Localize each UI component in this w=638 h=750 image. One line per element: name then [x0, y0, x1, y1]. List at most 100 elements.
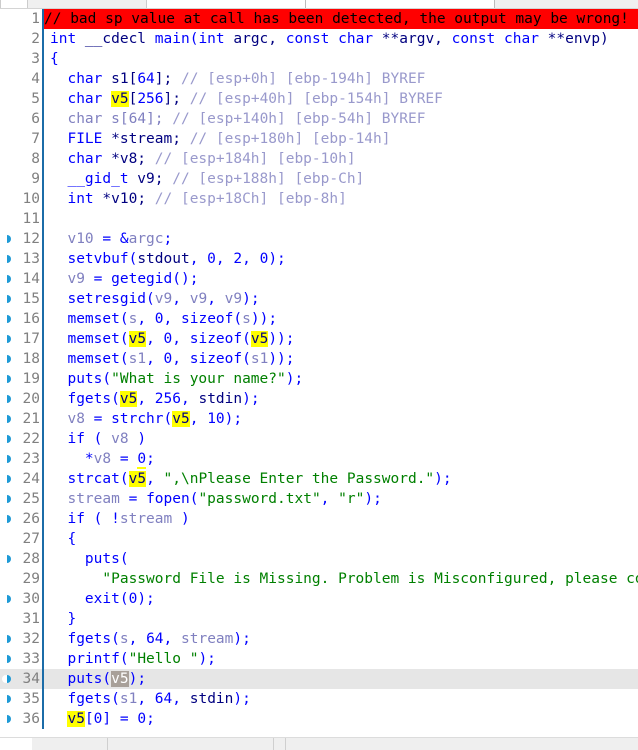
code-line[interactable]: 29 "Password File is Missing. Problem is… — [0, 569, 638, 589]
breakpoint-marker-icon[interactable] — [0, 409, 16, 429]
breakpoint-marker-icon[interactable] — [0, 689, 16, 709]
code-text[interactable]: fgets(v5, 256, stdin); — [44, 389, 638, 409]
code-text[interactable]: FILE *stream; // [esp+180h] [ebp-14h] — [44, 129, 638, 149]
code-line[interactable]: 18 memset(s1, 0, sizeof(s1)); — [0, 349, 638, 369]
code-line[interactable]: 13 setvbuf(stdout, 0, 2, 0); — [0, 249, 638, 269]
tab-strip-tab-1[interactable] — [0, 0, 28, 8]
code-text[interactable]: int *v10; // [esp+18Ch] [ebp-8h] — [44, 189, 638, 209]
code-line[interactable]: 33 printf("Hello "); — [0, 649, 638, 669]
breakpoint-marker-icon[interactable] — [0, 709, 16, 729]
breakpoint-marker-icon[interactable] — [0, 349, 16, 369]
code-text[interactable]: "Password File is Missing. Problem is Mi… — [44, 569, 638, 589]
code-line[interactable]: 24 strcat(v5, ",\nPlease Enter the Passw… — [0, 469, 638, 489]
breakpoint-marker-icon[interactable] — [0, 549, 16, 569]
code-text[interactable]: puts("What is your name?"); — [44, 369, 638, 389]
code-line[interactable]: 12 v10 = &argc; — [0, 229, 638, 249]
code-line[interactable]: 9 __gid_t v9; // [esp+188h] [ebp-Ch] — [0, 169, 638, 189]
code-text[interactable]: exit(0); — [44, 589, 638, 609]
tab-strip-tab-3[interactable] — [305, 0, 495, 8]
code-line[interactable]: 3{ — [0, 49, 638, 69]
code-line[interactable]: 22 if ( v8 ) — [0, 429, 638, 449]
code-line[interactable]: 36 v5[0] = 0; — [0, 709, 638, 729]
code-line[interactable]: 28 puts( — [0, 549, 638, 569]
code-text[interactable]: puts( — [44, 549, 638, 569]
code-text[interactable]: v8 = strchr(v5, 10); — [44, 409, 638, 429]
code-text[interactable]: v10 = &argc; — [44, 229, 638, 249]
breakpoint-marker-icon[interactable] — [0, 649, 16, 669]
code-line[interactable]: 21 v8 = strchr(v5, 10); — [0, 409, 638, 429]
code-line[interactable]: 25 stream = fopen("password.txt", "r"); — [0, 489, 638, 509]
code-line[interactable]: 19 puts("What is your name?"); — [0, 369, 638, 389]
code-line[interactable]: 1// bad sp value at call has been detect… — [0, 9, 638, 29]
code-line[interactable]: 31 } — [0, 609, 638, 629]
code-text[interactable]: printf("Hello "); — [44, 649, 638, 669]
code-line[interactable]: 4 char s1[64]; // [esp+0h] [ebp-194h] BY… — [0, 69, 638, 89]
breakpoint-marker-icon[interactable] — [0, 469, 16, 489]
code-text[interactable]: if ( v8 ) — [44, 429, 638, 449]
breakpoint-marker-icon[interactable] — [0, 289, 16, 309]
code-text[interactable]: __gid_t v9; // [esp+188h] [ebp-Ch] — [44, 169, 638, 189]
code-text[interactable]: fgets(s, 64, stream); — [44, 629, 638, 649]
breakpoint-marker-icon[interactable] — [0, 429, 16, 449]
code-line[interactable]: 16 memset(s, 0, sizeof(s)); — [0, 309, 638, 329]
code-text[interactable]: // bad sp value at call has been detecte… — [44, 9, 638, 29]
code-line[interactable]: 23 *v8 = 0; — [0, 449, 638, 469]
breakpoint-marker-icon[interactable] — [0, 389, 16, 409]
breakpoint-marker-icon[interactable] — [0, 249, 16, 269]
breakpoint-marker-icon[interactable] — [0, 629, 16, 649]
code-text[interactable]: if ( !stream ) — [44, 509, 638, 529]
code-line[interactable]: 15 setresgid(v9, v9, v9); — [0, 289, 638, 309]
code-text[interactable]: *v8 = 0; — [44, 449, 638, 469]
tab-strip-tab-2[interactable] — [146, 0, 306, 8]
code-line[interactable]: 14 v9 = getegid(); — [0, 269, 638, 289]
code-line[interactable]: 8 char *v8; // [esp+184h] [ebp-10h] — [0, 149, 638, 169]
breakpoint-marker-icon[interactable] — [0, 669, 16, 689]
code-text[interactable]: stream = fopen("password.txt", "r"); — [44, 489, 638, 509]
breakpoint-marker-icon[interactable] — [0, 589, 16, 609]
code-text[interactable]: v9 = getegid(); — [44, 269, 638, 289]
code-line[interactable]: 20 fgets(v5, 256, stdin); — [0, 389, 638, 409]
tab-strip[interactable] — [0, 0, 638, 9]
code-text[interactable]: { — [44, 529, 638, 549]
code-line[interactable]: 32 fgets(s, 64, stream); — [0, 629, 638, 649]
code-text[interactable]: { — [44, 49, 638, 69]
breakpoint-marker-icon[interactable] — [0, 449, 16, 469]
code-line[interactable]: 5 char v5[256]; // [esp+40h] [ebp-154h] … — [0, 89, 638, 109]
code-text[interactable]: fgets(s1, 64, stdin); — [44, 689, 638, 709]
breakpoint-marker-icon[interactable] — [0, 489, 16, 509]
code-text[interactable]: char s1[64]; // [esp+0h] [ebp-194h] BYRE… — [44, 69, 638, 89]
code-line[interactable]: 10 int *v10; // [esp+18Ch] [ebp-8h] — [0, 189, 638, 209]
code-line[interactable]: 6 char s[64]; // [esp+140h] [ebp-54h] BY… — [0, 109, 638, 129]
code-text[interactable]: char v5[256]; // [esp+40h] [ebp-154h] BY… — [44, 89, 638, 109]
breakpoint-marker-icon[interactable] — [0, 329, 16, 349]
breakpoint-marker-icon[interactable] — [0, 309, 16, 329]
code-scroll-area[interactable]: 1// bad sp value at call has been detect… — [0, 9, 638, 737]
code-text[interactable]: memset(s, 0, sizeof(s)); — [44, 309, 638, 329]
code-text[interactable] — [44, 209, 638, 229]
code-line[interactable]: 34 puts(v5); — [0, 669, 638, 689]
code-text[interactable]: char *v8; // [esp+184h] [ebp-10h] — [44, 149, 638, 169]
breakpoint-marker-icon[interactable] — [0, 369, 16, 389]
code-text[interactable]: memset(s1, 0, sizeof(s1)); — [44, 349, 638, 369]
code-line[interactable]: 7 FILE *stream; // [esp+180h] [ebp-14h] — [0, 129, 638, 149]
code-line[interactable]: 17 memset(v5, 0, sizeof(v5)); — [0, 329, 638, 349]
breakpoint-marker-icon[interactable] — [0, 509, 16, 529]
breakpoint-marker-icon[interactable] — [0, 269, 16, 289]
code-text[interactable]: setvbuf(stdout, 0, 2, 0); — [44, 249, 638, 269]
code-line[interactable]: 11 — [0, 209, 638, 229]
code-text[interactable]: int __cdecl main(int argc, const char **… — [44, 29, 638, 49]
code-text[interactable]: memset(v5, 0, sizeof(v5)); — [44, 329, 638, 349]
code-line[interactable]: 2 int __cdecl main(int argc, const char *… — [0, 29, 638, 49]
code-text[interactable]: } — [44, 609, 638, 629]
code-text[interactable]: v5[0] = 0; — [44, 709, 638, 729]
breakpoint-marker-icon[interactable] — [0, 229, 16, 249]
code-line[interactable]: 35 fgets(s1, 64, stdin); — [0, 689, 638, 709]
code-line[interactable]: 30 exit(0); — [0, 589, 638, 609]
code-text[interactable]: char s[64]; // [esp+140h] [ebp-54h] BYRE… — [44, 109, 638, 129]
code-line[interactable]: 26 if ( !stream ) — [0, 509, 638, 529]
code-text[interactable]: puts(v5); — [44, 669, 638, 689]
code-text[interactable]: setresgid(v9, v9, v9); — [44, 289, 638, 309]
pseudocode-editor[interactable]: 1// bad sp value at call has been detect… — [0, 9, 638, 737]
code-text[interactable]: strcat(v5, ",\nPlease Enter the Password… — [44, 469, 638, 489]
code-line[interactable]: 27 { — [0, 529, 638, 549]
